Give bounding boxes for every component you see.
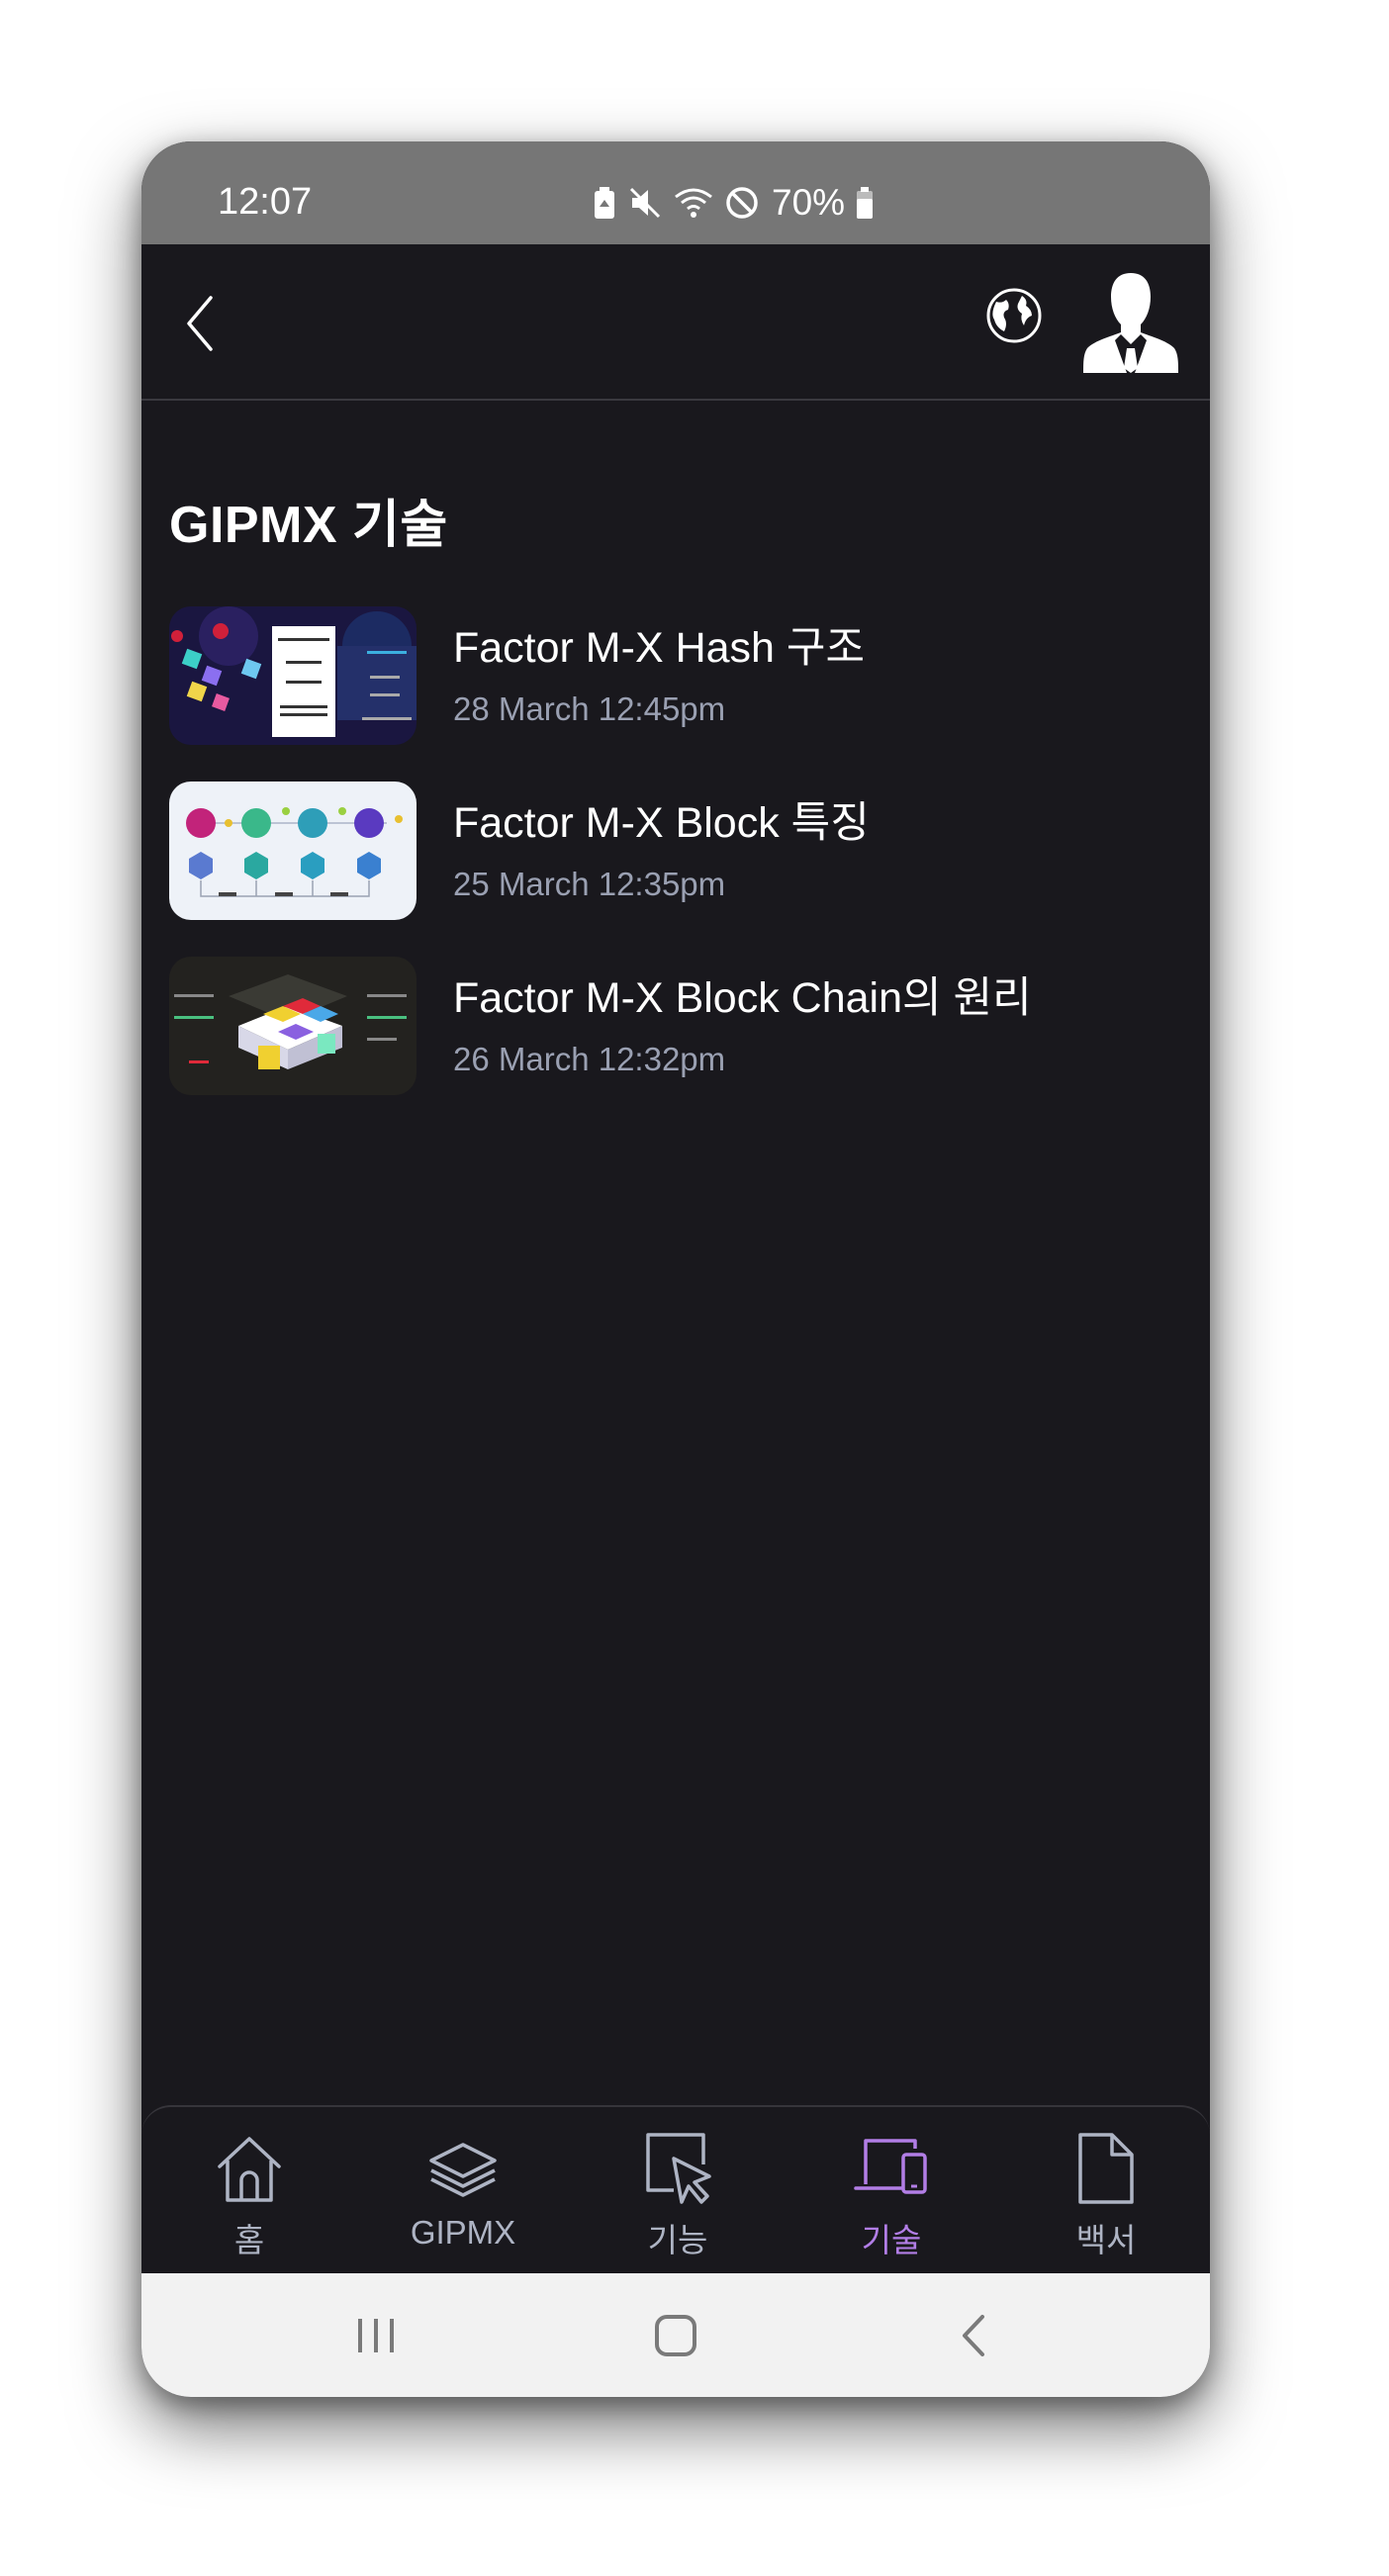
mute-icon	[627, 185, 663, 221]
nav-label: 기술	[861, 2222, 922, 2258]
battery-saver-icon	[592, 185, 617, 221]
home-square-icon	[655, 2315, 696, 2356]
home-system-button[interactable]	[651, 2311, 700, 2364]
wifi-icon	[673, 185, 714, 221]
list-item[interactable]: Factor M-X Block 특징 25 March 12:35pm	[169, 782, 1188, 920]
page-title: GIPMX 기술	[169, 497, 448, 554]
list-item[interactable]: Factor M-X Hash 구조 28 March 12:45pm	[169, 606, 1188, 745]
article-title: Factor M-X Block Chain의 원리	[453, 974, 1032, 1022]
pointer-icon	[646, 2133, 711, 2204]
app-bar	[141, 244, 1210, 401]
language-button[interactable]	[982, 284, 1046, 347]
phone-screen: 12:07 70% GIPMX 기술 Factor M-X Hash 구조 28…	[141, 141, 1210, 2397]
article-title: Factor M-X Block 특징	[453, 799, 870, 847]
status-bar: 12:07 70%	[141, 141, 1210, 244]
user-silhouette-icon	[1083, 273, 1178, 373]
list-item[interactable]: Factor M-X Block Chain의 원리 26 March 12:3…	[169, 957, 1188, 1095]
article-list: Factor M-X Hash 구조 28 March 12:45pm Fact…	[169, 606, 1188, 1132]
do-not-disturb-icon	[724, 185, 760, 221]
nav-item-home[interactable]: 홈	[165, 2129, 333, 2267]
globe-icon	[986, 288, 1042, 343]
status-time: 12:07	[218, 181, 313, 223]
article-thumbnail	[169, 782, 417, 920]
article-date: 26 March 12:32pm	[453, 1041, 726, 1077]
nav-label: 홈	[233, 2222, 265, 2258]
bottom-nav: 홈 GIPMX 기능 기술 백서	[141, 2105, 1210, 2273]
document-icon	[1078, 2133, 1134, 2204]
nav-item-whitepaper[interactable]: 백서	[1022, 2129, 1190, 2267]
system-nav-bar	[141, 2273, 1210, 2397]
nav-item-tech[interactable]: 기술	[807, 2129, 975, 2267]
chevron-left-icon	[187, 296, 213, 351]
nav-label: 백서	[1075, 2222, 1137, 2258]
recent-apps-button[interactable]	[354, 2311, 398, 2364]
battery-icon	[855, 185, 875, 221]
profile-avatar[interactable]	[1081, 269, 1180, 373]
nav-label: 기능	[647, 2222, 708, 2258]
back-button[interactable]	[171, 284, 231, 363]
article-thumbnail	[169, 957, 417, 1095]
battery-percent: 70%	[772, 182, 846, 223]
nav-item-features[interactable]: 기능	[594, 2129, 762, 2267]
layers-icon	[429, 2143, 497, 2197]
back-system-button[interactable]	[955, 2311, 994, 2364]
article-title: Factor M-X Hash 구조	[453, 624, 866, 672]
recent-apps-icon	[358, 2319, 394, 2352]
home-icon	[218, 2137, 281, 2202]
back-chevron-icon	[963, 2315, 984, 2356]
nav-label: GIPMX	[410, 2214, 516, 2251]
devices-icon	[854, 2139, 927, 2194]
article-thumbnail	[169, 606, 417, 745]
article-date: 25 March 12:35pm	[453, 866, 726, 902]
status-icons: 70%	[592, 181, 875, 225]
nav-item-gipmx[interactable]: GIPMX	[379, 2129, 547, 2267]
article-date: 28 March 12:45pm	[453, 690, 726, 727]
